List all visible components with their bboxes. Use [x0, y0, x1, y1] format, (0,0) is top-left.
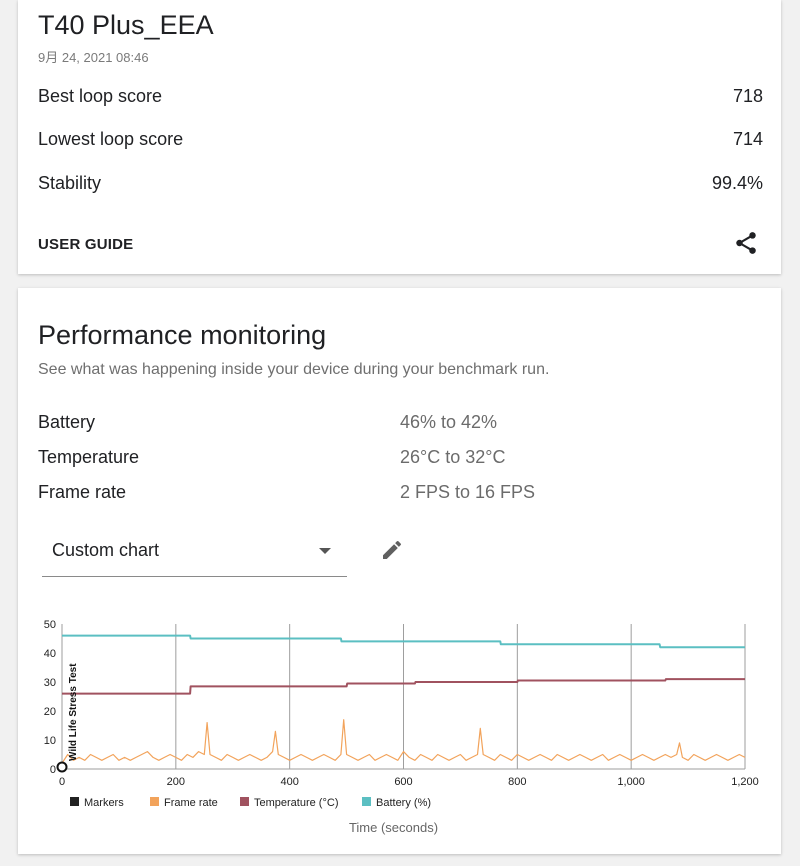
chart-x-tick: 200: [167, 776, 185, 788]
chart-y-tick: 0: [50, 764, 56, 776]
run-date: 9月 24, 2021 08:46: [38, 50, 149, 65]
legend-swatch: [150, 797, 159, 806]
performance-title: Performance monitoring: [38, 320, 327, 350]
legend-label: Temperature (°C): [254, 797, 338, 809]
framerate-value: 2 FPS to 16 FPS: [400, 482, 536, 502]
best-loop-value: 718: [732, 86, 763, 106]
chart-x-label: Time (seconds): [349, 820, 438, 835]
pencil-icon[interactable]: [380, 538, 404, 562]
battery-value: 46% to 42%: [400, 412, 498, 432]
lowest-loop-value: 714: [732, 129, 763, 149]
chart-x-tick: 1,200: [731, 776, 759, 788]
chart-x-tick: 1,000: [617, 776, 645, 788]
marker-point: [56, 761, 68, 773]
stability-value: 99.4%: [711, 173, 763, 193]
chart-type-dropdown[interactable]: Custom chart: [42, 530, 347, 577]
framerate-label: Frame rate: [38, 482, 127, 502]
stability-label: Stability: [38, 173, 102, 193]
legend-label: Battery (%): [376, 797, 431, 809]
temperature-label: Temperature: [38, 447, 140, 467]
chart-y-tick: 30: [44, 677, 56, 689]
user-guide-button[interactable]: USER GUIDE: [38, 236, 133, 253]
performance-card: Performance monitoring See what was happ…: [18, 288, 781, 854]
legend-label: Frame rate: [164, 797, 218, 809]
device-name: T40 Plus_EEA: [38, 10, 214, 40]
legend-swatch: [362, 797, 371, 806]
temperature-value: 26°C to 32°C: [400, 447, 506, 467]
chart-y-tick: 50: [44, 619, 56, 631]
performance-subtitle: See what was happening inside your devic…: [38, 361, 550, 378]
share-icon[interactable]: [733, 230, 759, 256]
results-card: T40 Plus_EEA 9月 24, 2021 08:46 Best loop…: [18, 0, 781, 274]
legend-label: Markers: [84, 797, 124, 809]
performance-chart: 0 10 20 30 40 50 0 200 400 600 800 1,000 1,200 Wild L…: [44, 619, 759, 835]
chart-y-tick: 40: [44, 648, 56, 660]
chart-x-tick: 600: [394, 776, 412, 788]
chart-type-value: Custom chart: [52, 540, 160, 560]
legend-swatch: [240, 797, 249, 806]
lowest-loop-label: Lowest loop score: [38, 129, 184, 149]
chart-x-tick: 400: [280, 776, 298, 788]
chart-x-tick: 0: [59, 776, 65, 788]
chart-x-tick: 800: [508, 776, 526, 788]
legend-swatch: [70, 797, 79, 806]
chart-y-tick: 10: [44, 735, 56, 747]
marker-label: Wild Life Stress Test: [68, 663, 79, 761]
chart-y-tick: 20: [44, 706, 56, 718]
battery-label: Battery: [38, 412, 96, 432]
dropdown-arrow-icon: [319, 548, 331, 554]
best-loop-label: Best loop score: [38, 86, 163, 106]
